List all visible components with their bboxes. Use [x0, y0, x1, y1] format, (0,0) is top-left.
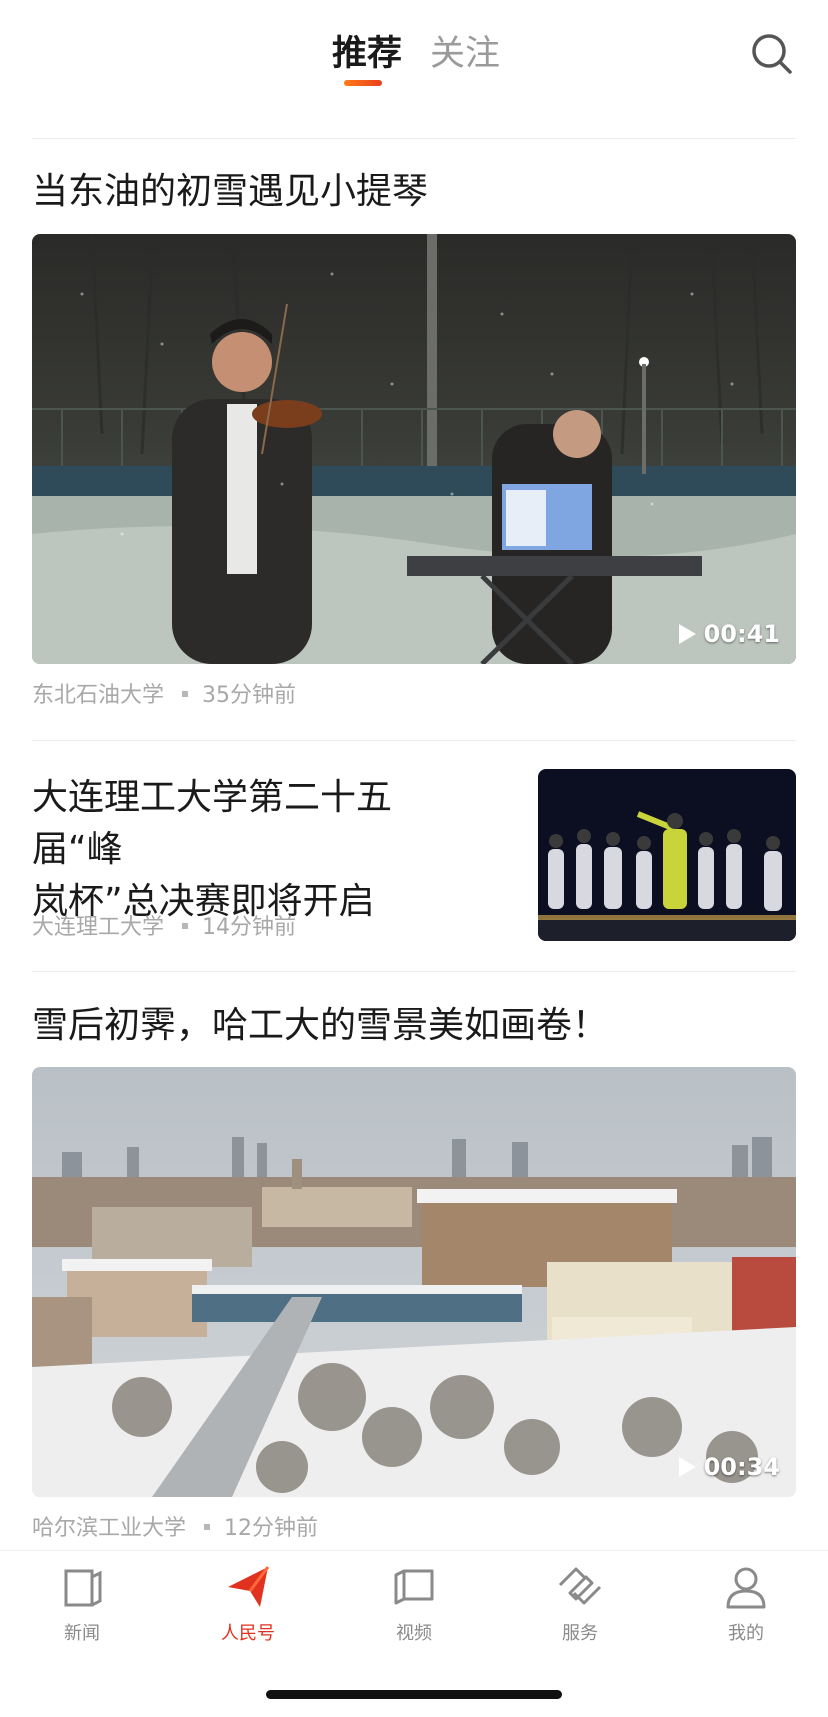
active-tab-indicator — [344, 80, 382, 86]
play-icon — [678, 624, 696, 644]
video-thumbnail[interactable]: 00:41 — [32, 234, 796, 664]
meta-separator — [182, 923, 189, 929]
source-name[interactable]: 东北石油大学 — [32, 683, 164, 708]
snow-campus-video-image — [32, 1067, 796, 1497]
source-name[interactable]: 大连理工大学 — [32, 915, 164, 940]
nav-item-peoples-account[interactable]: 人民号 — [188, 1563, 308, 1645]
home-indicator[interactable] — [266, 1690, 562, 1699]
violin-snow-video-image — [32, 234, 796, 664]
video-thumbnail[interactable]: 00:34 — [32, 1067, 796, 1497]
publish-time: 14分钟前 — [202, 915, 297, 940]
news-icon — [64, 1569, 102, 1607]
nav-item-video[interactable]: 视频 — [354, 1563, 474, 1645]
stage-dance-image — [538, 769, 796, 941]
feed-item-title[interactable]: 大连理工大学第二十五届“峰 岚杯”总决赛即将开启 — [32, 772, 482, 928]
feed-item-title[interactable]: 当东油的初雪遇见小提琴 — [32, 166, 428, 218]
source-name[interactable]: 哈尔滨工业大学 — [32, 1516, 186, 1541]
service-icon — [558, 1567, 602, 1605]
tab-recommended[interactable]: 推荐 — [332, 30, 402, 78]
peoples-account-icon — [228, 1566, 270, 1607]
profile-icon — [726, 1567, 766, 1609]
divider — [32, 971, 796, 972]
top-tab-bar: 推荐 关注 — [0, 0, 828, 112]
publish-time: 12分钟前 — [224, 1516, 319, 1541]
meta-separator — [182, 691, 189, 697]
divider — [32, 740, 796, 741]
play-icon — [678, 1457, 696, 1477]
search-icon — [752, 34, 792, 74]
search-button[interactable] — [748, 30, 796, 78]
feed-item-meta: 哈尔滨工业大学 12分钟前 — [32, 1514, 318, 1544]
feed-item-title[interactable]: 雪后初霁，哈工大的雪景美如画卷！ — [32, 1000, 608, 1052]
meta-separator — [204, 1524, 211, 1530]
feed-item-meta: 大连理工大学 14分钟前 — [32, 913, 296, 943]
video-icon — [394, 1569, 434, 1605]
video-duration: 00:34 — [676, 1453, 780, 1481]
feed-item-meta: 东北石油大学 35分钟前 — [32, 681, 296, 711]
nav-item-profile[interactable]: 我的 — [686, 1563, 806, 1645]
nav-item-service[interactable]: 服务 — [520, 1563, 640, 1645]
publish-time: 35分钟前 — [202, 683, 297, 708]
tab-following[interactable]: 关注 — [430, 30, 500, 78]
nav-item-news[interactable]: 新闻 — [22, 1563, 142, 1645]
video-duration: 00:41 — [676, 620, 780, 648]
article-thumbnail[interactable] — [538, 769, 796, 941]
divider — [32, 138, 796, 139]
